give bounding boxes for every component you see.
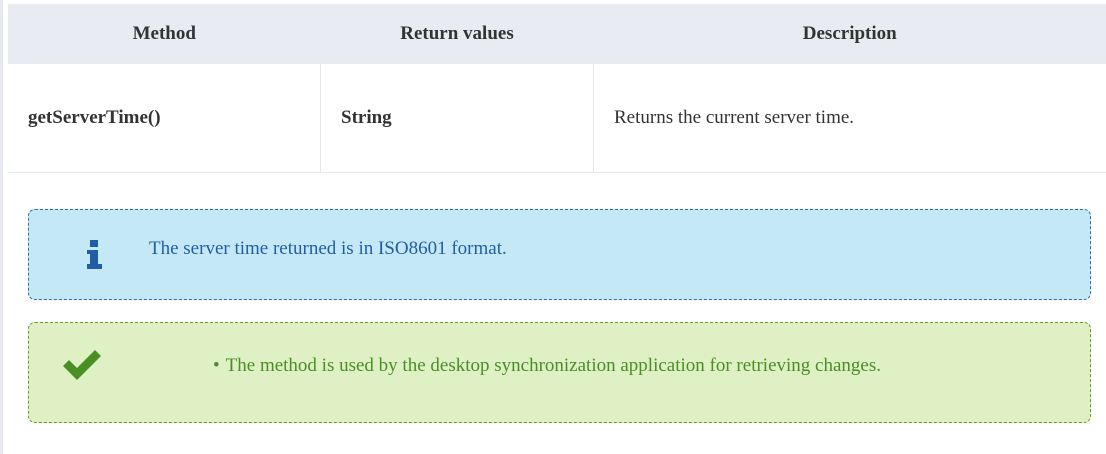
methods-table: Method Return values Description getServ…: [8, 4, 1106, 173]
left-margin-rule: [0, 0, 3, 454]
tip-list: The method is used by the desktop synchr…: [213, 355, 881, 377]
info-icon: [87, 240, 102, 269]
header-method: Method: [8, 4, 321, 64]
return-value-cell: String: [320, 64, 594, 173]
table-row: getServerTime() String Returns the curre…: [8, 64, 1106, 173]
table-header-row: Method Return values Description: [8, 4, 1106, 64]
checkmark-icon: [63, 350, 101, 380]
method-cell: getServerTime(): [8, 64, 321, 173]
tip-callout: The method is used by the desktop synchr…: [28, 322, 1091, 423]
header-return-values: Return values: [320, 4, 594, 64]
header-description: Description: [593, 4, 1106, 64]
description-cell: Returns the current server time.: [593, 64, 1106, 173]
info-callout: The server time returned is in ISO8601 f…: [28, 209, 1091, 300]
info-note-text: The server time returned is in ISO8601 f…: [149, 238, 507, 259]
list-item: The method is used by the desktop synchr…: [213, 355, 881, 377]
